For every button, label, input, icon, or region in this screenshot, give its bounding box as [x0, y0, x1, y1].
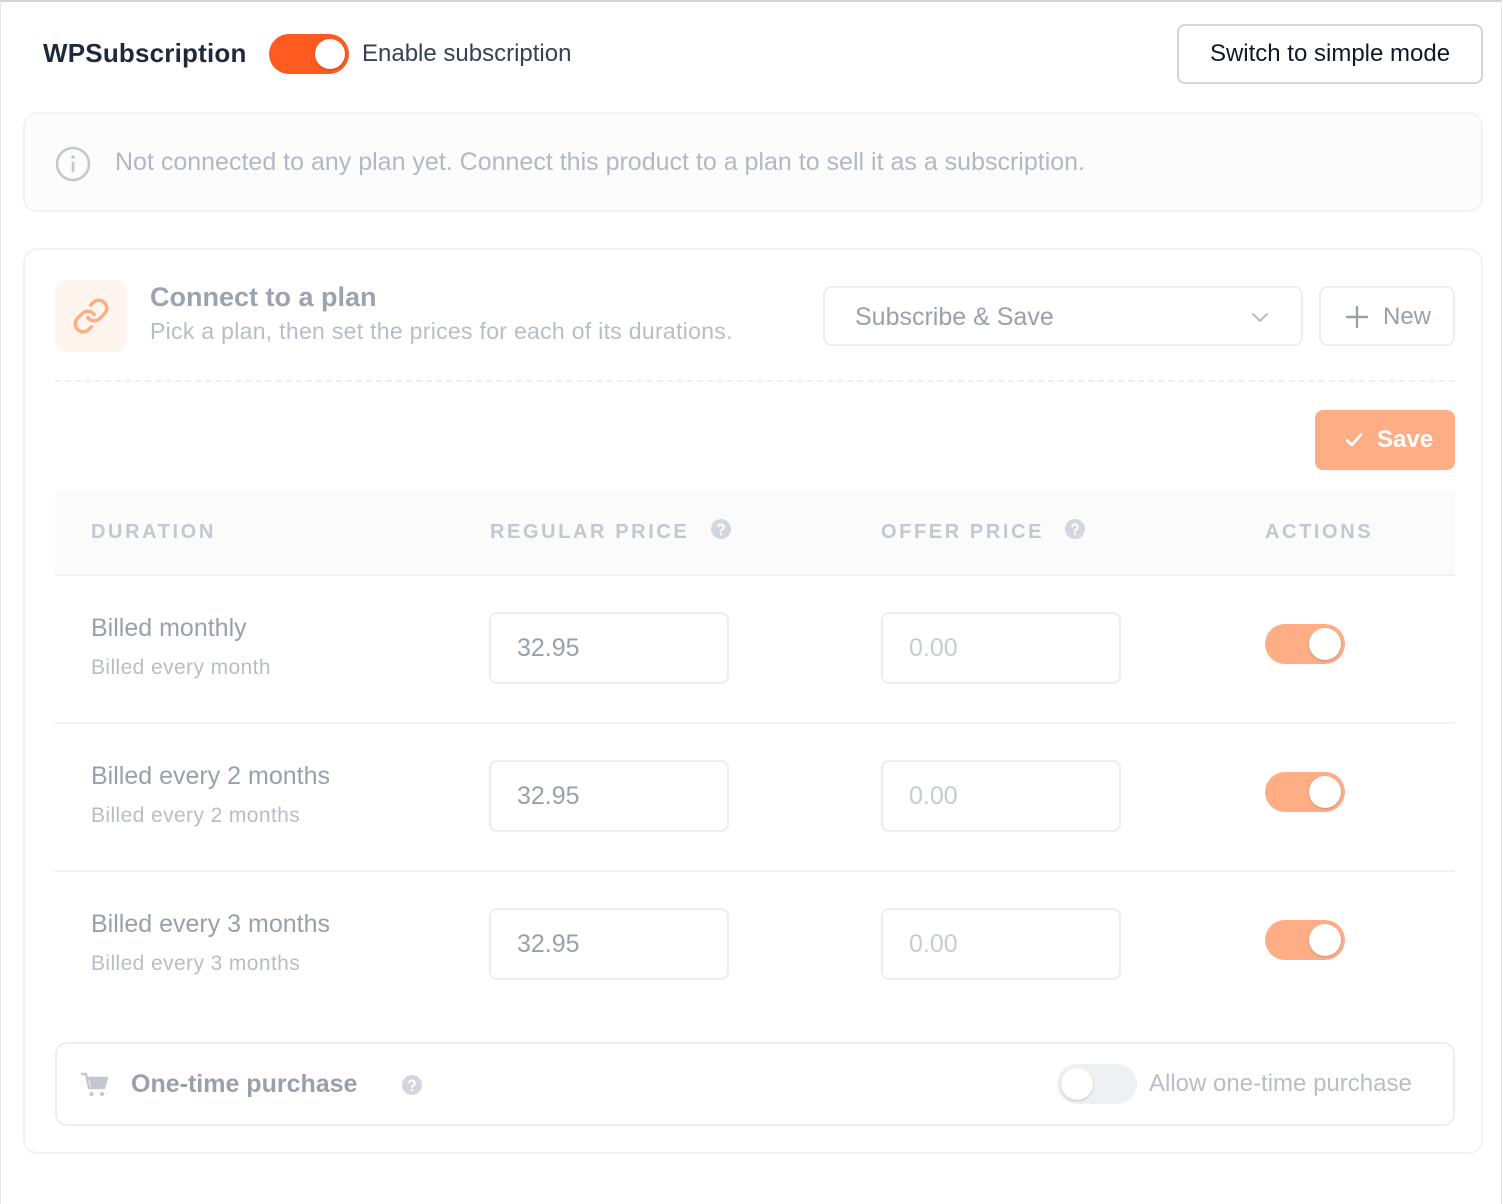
header-bar: WPSubscription Enable subscription Switc… [1, 2, 1502, 108]
duration-enabled-toggle[interactable] [1265, 920, 1345, 960]
cart-icon [81, 1072, 109, 1097]
prices-table-header: DURATION REGULAR PRICE OFFER PRICE ACTIO… [55, 490, 1455, 576]
save-label: Save [1377, 426, 1434, 453]
plus-icon [1345, 305, 1369, 329]
table-row: Billed every 2 months Billed every 2 mon… [55, 724, 1455, 872]
duration-enabled-toggle[interactable] [1265, 772, 1345, 812]
table-row: Billed every 3 months Billed every 3 mon… [55, 872, 1455, 1020]
allow-one-time-purchase-label: Allow one-time purchase [1149, 1070, 1412, 1097]
notice-text: Not connected to any plan yet. Connect t… [115, 148, 1086, 176]
new-plan-label: New [1383, 303, 1432, 330]
check-icon [1345, 433, 1363, 447]
brand-title: WPSubscription [43, 38, 247, 68]
one-time-purchase-title: One-time purchase [131, 1070, 358, 1098]
not-connected-notice: Not connected to any plan yet. Connect t… [23, 112, 1483, 212]
duration-subtitle: Billed every 2 months [91, 804, 301, 827]
info-icon [55, 146, 91, 182]
help-icon[interactable] [401, 1074, 423, 1096]
connect-plan-title: Connect to a plan [150, 282, 377, 312]
duration-subtitle: Billed every month [91, 656, 271, 679]
enable-subscription-label: Enable subscription [362, 40, 572, 67]
dashed-divider [55, 380, 1455, 382]
offer-price-input[interactable] [881, 908, 1121, 980]
connect-plan-card: Connect to a plan Pick a plan, then set … [23, 248, 1483, 1154]
regular-price-input[interactable] [489, 612, 729, 684]
toggle-knob [315, 39, 345, 69]
regular-price-input[interactable] [489, 908, 729, 980]
duration-enabled-toggle[interactable] [1265, 624, 1345, 664]
duration-title: Billed monthly [91, 614, 247, 642]
enable-subscription-toggle[interactable] [269, 34, 349, 74]
duration-header: DURATION [91, 521, 216, 543]
table-row: Billed monthly Billed every month [55, 576, 1455, 724]
regular-price-header: REGULAR PRICE [490, 521, 690, 543]
help-icon[interactable] [710, 518, 732, 540]
link-icon [73, 298, 109, 334]
save-button[interactable]: Save [1315, 410, 1455, 470]
duration-title: Billed every 2 months [91, 762, 331, 790]
window-frame: WPSubscription Enable subscription Switc… [0, 0, 1502, 1204]
one-time-purchase-panel: One-time purchase Allow one-time purchas… [55, 1042, 1455, 1126]
duration-subtitle: Billed every 3 months [91, 952, 301, 975]
offer-price-input[interactable] [881, 612, 1121, 684]
actions-header: ACTIONS [1265, 521, 1374, 543]
plan-select-value: Subscribe & Save [855, 303, 1054, 331]
new-plan-button[interactable]: New [1319, 286, 1455, 346]
duration-title: Billed every 3 months [91, 910, 331, 938]
toggle-knob [1309, 924, 1341, 956]
connect-plan-subtitle: Pick a plan, then set the prices for eac… [150, 318, 733, 344]
regular-price-input[interactable] [489, 760, 729, 832]
link-icon-tile [55, 280, 127, 352]
offer-price-input[interactable] [881, 760, 1121, 832]
plan-select[interactable]: Subscribe & Save [823, 286, 1303, 346]
offer-price-header: OFFER PRICE [881, 521, 1045, 543]
toggle-knob [1309, 776, 1341, 808]
toggle-knob [1061, 1068, 1093, 1100]
chevron-down-icon [1252, 313, 1268, 322]
allow-one-time-purchase-toggle[interactable] [1057, 1064, 1137, 1104]
switch-to-simple-mode-button[interactable]: Switch to simple mode [1177, 24, 1483, 84]
help-icon[interactable] [1064, 518, 1086, 540]
toggle-knob [1309, 628, 1341, 660]
